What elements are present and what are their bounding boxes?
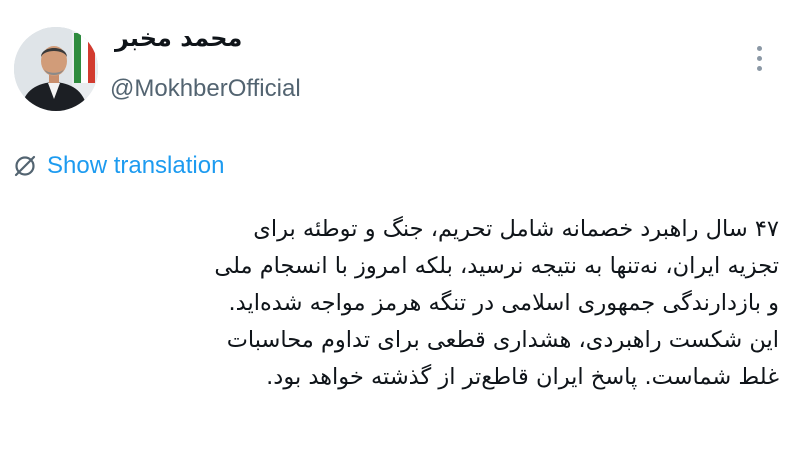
avatar-photo <box>14 27 98 111</box>
avatar[interactable] <box>14 27 98 111</box>
globe-slash-icon <box>14 155 36 177</box>
tweet-text-line: و بازدارندگی جمهوری اسلامی در تنگه هرمز … <box>228 290 779 316</box>
more-vertical-icon-dot <box>756 65 762 71</box>
more-vertical-icon <box>756 45 762 51</box>
show-translation-button[interactable]: Show translation <box>13 150 224 182</box>
tweet-card: محمد مخبر @MokhberOfficial Show translat… <box>0 0 800 470</box>
tweet-text-line: این شکست راهبردی، هشداری قطعی برای تداوم… <box>226 327 779 353</box>
author-name[interactable]: محمد مخبر <box>115 22 242 54</box>
tweet-text-line: غلط شماست. پاسخ ایران قاطع‌تر از گذشته خ… <box>266 364 779 390</box>
show-translation-label: Show translation <box>47 152 225 179</box>
tweet-text-line: تجزیه ایران، نه‌تنها به نتیجه نرسید، بلک… <box>214 253 779 279</box>
more-vertical-icon-dot <box>756 55 762 61</box>
author-handle[interactable]: @MokhberOfficial <box>110 74 301 104</box>
tweet-text: ۴۷ سال راهبرد خصمانه شامل تحریم، جنگ و ت… <box>79 211 779 396</box>
more-options-button[interactable] <box>744 40 774 76</box>
tweet-text-line: ۴۷ سال راهبرد خصمانه شامل تحریم، جنگ و ت… <box>253 216 779 242</box>
